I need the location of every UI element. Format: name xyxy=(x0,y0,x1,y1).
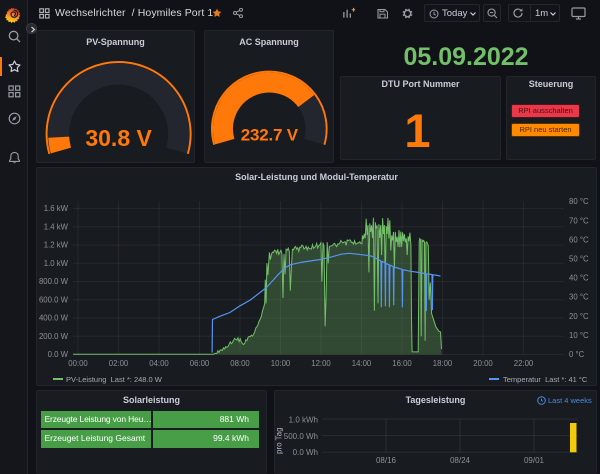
svg-text:08/16: 08/16 xyxy=(376,456,397,465)
svg-text:70 °C: 70 °C xyxy=(569,216,589,225)
svg-text:02:00: 02:00 xyxy=(109,359,129,368)
svg-text:1.0 kW: 1.0 kW xyxy=(44,259,69,268)
svg-text:16:00: 16:00 xyxy=(392,359,412,368)
svg-text:0 °C: 0 °C xyxy=(569,350,585,359)
svg-text:40 °C: 40 °C xyxy=(569,274,589,283)
svg-text:20:00: 20:00 xyxy=(473,359,493,368)
svg-text:232.7 V: 232.7 V xyxy=(241,126,299,145)
svg-text:600.0 W: 600.0 W xyxy=(39,295,69,304)
svg-text:400.0 W: 400.0 W xyxy=(39,314,69,323)
svg-text:30 °C: 30 °C xyxy=(569,293,589,302)
svg-text:09/01: 09/01 xyxy=(524,456,545,465)
svg-text:04:00: 04:00 xyxy=(149,359,169,368)
svg-text:22:00: 22:00 xyxy=(514,359,534,368)
svg-text:1.2 kW: 1.2 kW xyxy=(44,241,69,250)
svg-text:500.0 Wh: 500.0 Wh xyxy=(284,432,318,441)
svg-text:10 °C: 10 °C xyxy=(569,331,589,340)
svg-text:20 °C: 20 °C xyxy=(569,312,589,321)
svg-text:12:00: 12:00 xyxy=(311,359,331,368)
svg-text:18:00: 18:00 xyxy=(433,359,453,368)
svg-text:200.0 W: 200.0 W xyxy=(39,332,69,341)
svg-text:60 °C: 60 °C xyxy=(569,235,589,244)
svg-text:50 °C: 50 °C xyxy=(569,255,589,264)
svg-text:14:00: 14:00 xyxy=(352,359,372,368)
svg-text:1.4 kW: 1.4 kW xyxy=(44,222,69,231)
svg-text:08:00: 08:00 xyxy=(230,359,250,368)
svg-text:800.0 W: 800.0 W xyxy=(39,277,69,286)
svg-text:0.0 Wh: 0.0 Wh xyxy=(293,448,318,457)
svg-text:0.0 W: 0.0 W xyxy=(48,350,69,359)
svg-text:00:00: 00:00 xyxy=(68,359,88,368)
svg-text:06:00: 06:00 xyxy=(190,359,210,368)
svg-text:08/24: 08/24 xyxy=(450,456,471,465)
svg-text:pro Tag: pro Tag xyxy=(275,427,284,454)
svg-text:10:00: 10:00 xyxy=(271,359,291,368)
svg-text:1.0 kWh: 1.0 kWh xyxy=(289,416,318,425)
svg-text:30.8 V: 30.8 V xyxy=(85,125,152,151)
svg-text:1.6 kW: 1.6 kW xyxy=(44,204,69,213)
svg-text:80 °C: 80 °C xyxy=(569,197,589,206)
